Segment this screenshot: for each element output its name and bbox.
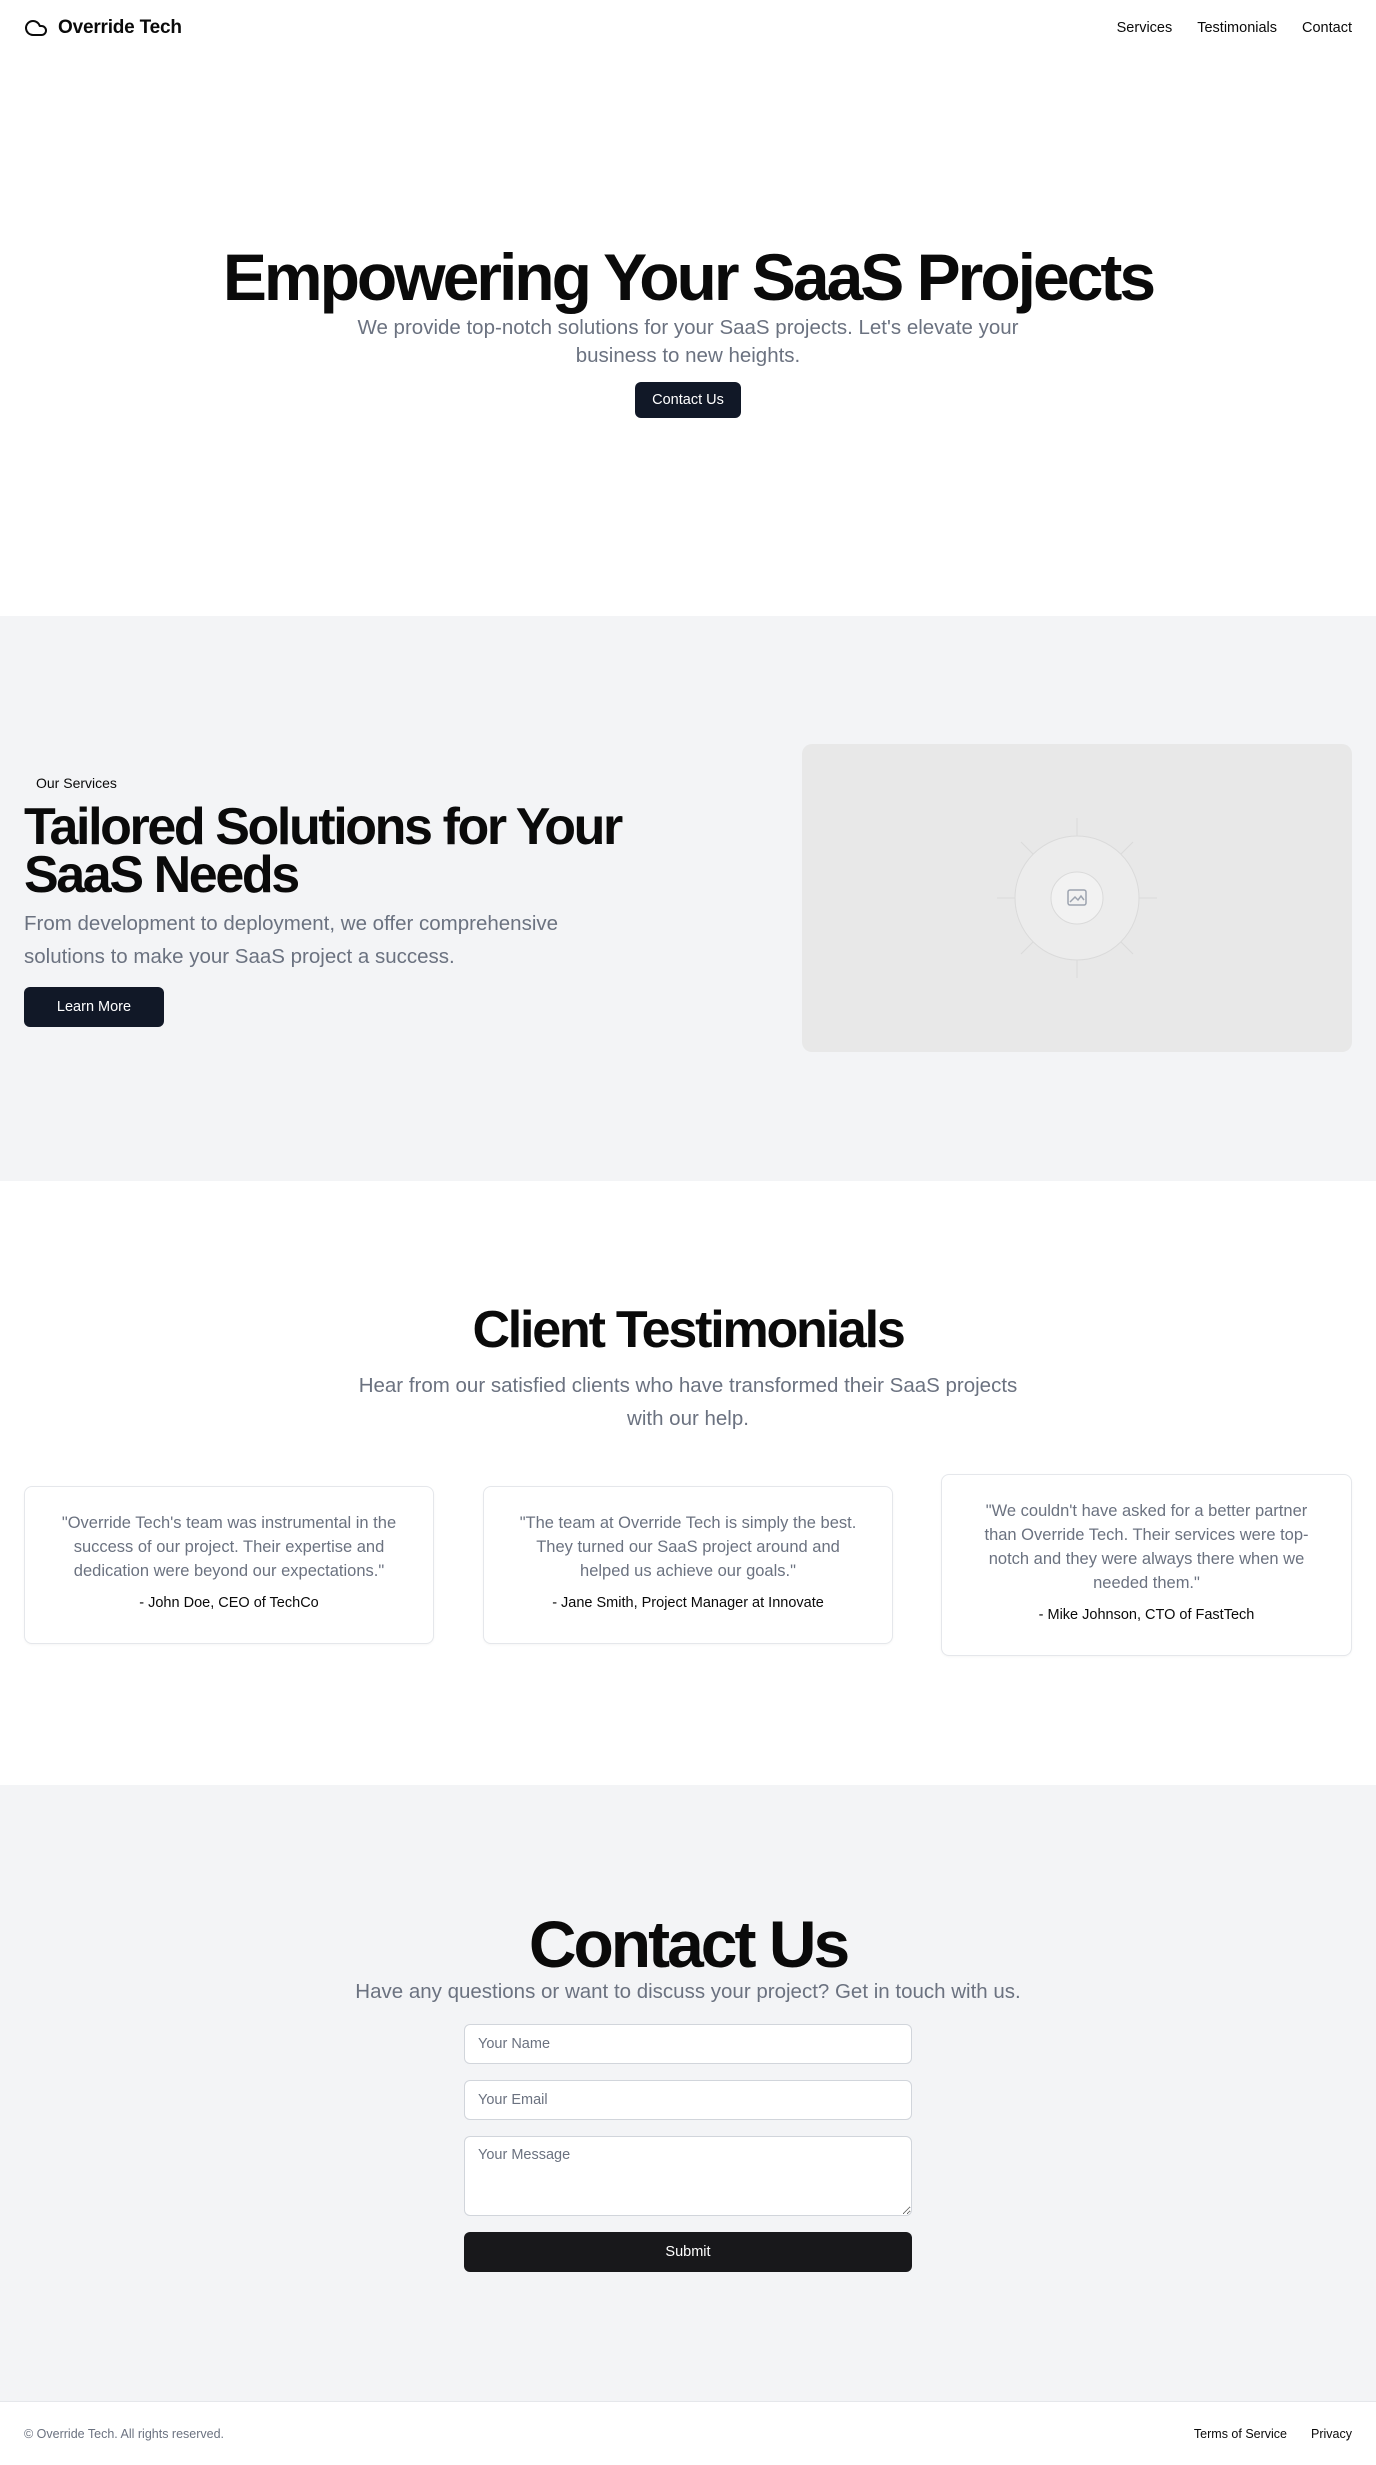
testimonial-card: "The team at Override Tech is simply the… xyxy=(483,1486,893,1644)
nav-testimonials[interactable]: Testimonials xyxy=(1197,20,1277,36)
privacy-link[interactable]: Privacy xyxy=(1311,2427,1352,2441)
name-field[interactable] xyxy=(464,2024,912,2064)
hero-section: Empowering Your SaaS Projects We provide… xyxy=(0,56,1376,616)
testimonial-card: "Override Tech's team was instrumental i… xyxy=(24,1486,434,1644)
testimonial-card: "We couldn't have asked for a better par… xyxy=(941,1474,1352,1656)
testimonial-author: - John Doe, CEO of TechCo xyxy=(139,1595,319,1611)
testimonial-author: - Mike Johnson, CTO of FastTech xyxy=(1038,1607,1255,1623)
services-section: Our Services Tailored Solutions for Your… xyxy=(0,616,1376,1181)
contact-us-button[interactable]: Contact Us xyxy=(635,382,741,418)
contact-title: Contact Us xyxy=(528,1907,850,1981)
submit-button[interactable]: Submit xyxy=(464,2232,912,2272)
testimonial-quote: "We couldn't have asked for a better par… xyxy=(984,1502,1309,1592)
site-footer: © Override Tech. All rights reserved. Te… xyxy=(0,2401,1376,2465)
main-nav: Services Testimonials Contact xyxy=(1117,20,1352,36)
contact-subtitle: Have any questions or want to discuss yo… xyxy=(355,1980,1021,2003)
brand-link[interactable]: Override Tech xyxy=(24,16,182,40)
nav-services[interactable]: Services xyxy=(1117,20,1173,36)
services-image-placeholder xyxy=(802,744,1352,1052)
testimonial-quote: "Override Tech's team was instrumental i… xyxy=(61,1514,397,1580)
services-text: From development to deployment, we offer… xyxy=(24,912,559,968)
learn-more-button[interactable]: Learn More xyxy=(24,987,164,1027)
contact-section: Contact Us Have any questions or want to… xyxy=(0,1785,1376,2401)
cloud-icon xyxy=(25,20,47,36)
services-title: Tailored Solutions for Your SaaS Needs xyxy=(24,798,623,904)
copyright-text: © Override Tech. All rights reserved. xyxy=(24,2426,225,2441)
testimonials-section: Client Testimonials Hear from our satisf… xyxy=(0,1181,1376,1785)
terms-link[interactable]: Terms of Service xyxy=(1194,2427,1287,2441)
testimonial-quote: "The team at Override Tech is simply the… xyxy=(519,1514,857,1580)
testimonials-title: Client Testimonials xyxy=(472,1301,905,1359)
image-placeholder-icon xyxy=(997,818,1157,978)
brand-name: Override Tech xyxy=(58,17,182,38)
services-kicker: Our Services xyxy=(36,775,117,791)
footer-links: Terms of Service Privacy xyxy=(1194,2427,1352,2441)
hero-subtitle: We provide top-notch solutions for your … xyxy=(357,316,1019,367)
services-content: Our Services Tailored Solutions for Your… xyxy=(24,771,744,1027)
hero-title: Empowering Your SaaS Projects xyxy=(222,240,1156,314)
nav-contact[interactable]: Contact xyxy=(1302,20,1352,36)
testimonial-author: - Jane Smith, Project Manager at Innovat… xyxy=(552,1595,824,1611)
site-header: Override Tech Services Testimonials Cont… xyxy=(0,0,1376,56)
message-field[interactable] xyxy=(464,2136,912,2216)
email-field[interactable] xyxy=(464,2080,912,2120)
testimonials-subtitle: Hear from our satisfied clients who have… xyxy=(358,1374,1018,1430)
